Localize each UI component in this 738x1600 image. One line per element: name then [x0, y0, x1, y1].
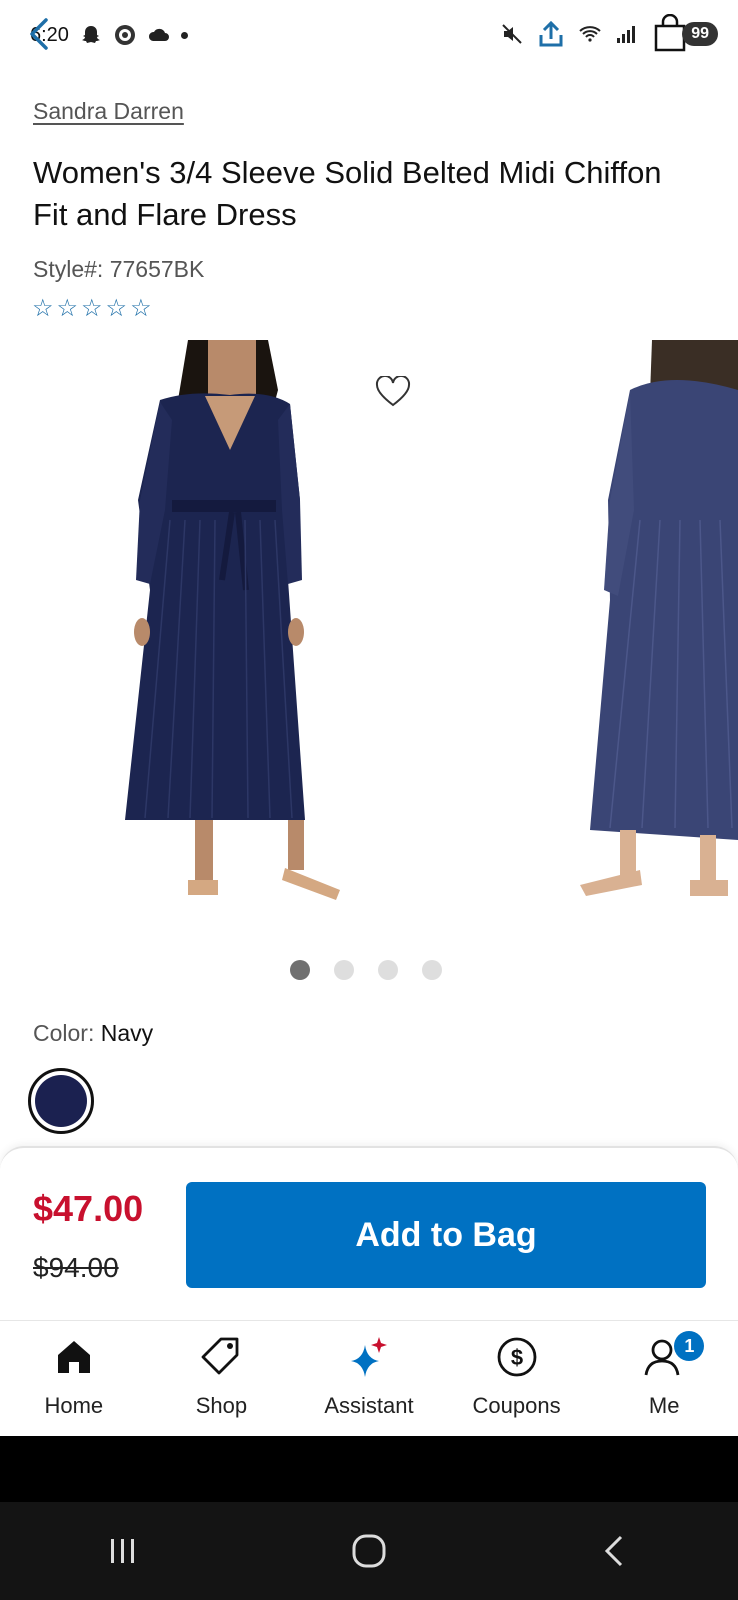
snapchat-icon: [81, 26, 100, 43]
tab-label: Home: [44, 1393, 104, 1418]
more-notifications-dot: [180, 31, 188, 39]
dollar-circle-icon: $: [497, 1337, 536, 1377]
system-navigation-bar: [0, 1502, 738, 1600]
color-label-prefix: Color:: [33, 1020, 95, 1046]
cloud-icon: [148, 28, 169, 41]
pagination-dot-1[interactable]: [290, 960, 310, 980]
add-to-bag-button[interactable]: Add to Bag: [186, 1182, 706, 1288]
tab-home[interactable]: Home: [0, 1321, 148, 1436]
original-price: $94.00: [33, 1252, 119, 1283]
status-bar: 6:20 99: [0, 0, 738, 70]
home-button-icon[interactable]: [347, 1529, 391, 1573]
signal-icon: [617, 26, 636, 43]
svg-text:$: $: [510, 1345, 522, 1370]
app-notification-icon: [114, 25, 135, 45]
share-upload-icon[interactable]: [536, 19, 566, 49]
tab-me[interactable]: 1 Me: [590, 1321, 738, 1436]
favorite-heart-icon[interactable]: [375, 376, 411, 408]
screen-divider: [0, 1436, 738, 1502]
color-label: Color: Navy: [33, 1020, 153, 1047]
carousel-pagination[interactable]: [290, 960, 442, 980]
mute-icon: [502, 24, 522, 44]
tab-label: Shop: [195, 1393, 248, 1418]
bottom-tab-bar: Home Shop Assistant $ Coupons 1 Me: [0, 1320, 738, 1436]
product-photo-front[interactable]: [0, 340, 560, 940]
tab-label: Assistant: [324, 1393, 414, 1418]
pagination-dot-3[interactable]: [378, 960, 398, 980]
rating-stars[interactable]: ☆ ☆ ☆ ☆ ☆: [32, 297, 152, 321]
style-number: Style#: 77657BK: [33, 256, 205, 282]
color-value: Navy: [100, 1020, 154, 1046]
star-icon: ☆: [105, 295, 128, 322]
tab-shop[interactable]: Shop: [148, 1321, 296, 1436]
brand-link[interactable]: Sandra Darren: [33, 98, 184, 125]
back-chevron-icon[interactable]: [22, 14, 58, 54]
recent-apps-icon[interactable]: [101, 1529, 145, 1573]
me-notification-badge: 1: [674, 1331, 705, 1361]
back-icon[interactable]: [593, 1529, 637, 1573]
star-icon: ☆: [56, 295, 79, 322]
pagination-dot-2[interactable]: [334, 960, 354, 980]
tab-coupons[interactable]: $ Coupons: [443, 1321, 591, 1436]
product-photo-back[interactable]: [560, 340, 738, 940]
bag-count-badge: 99: [682, 22, 718, 46]
star-icon: ☆: [32, 295, 54, 322]
sale-price: $47.00: [33, 1188, 144, 1229]
color-swatch-navy[interactable]: [28, 1068, 94, 1134]
swatch-fill: [35, 1075, 87, 1127]
tag-icon: [201, 1337, 239, 1375]
tab-label: Coupons: [472, 1393, 561, 1418]
product-image-carousel[interactable]: [0, 340, 738, 940]
pagination-dot-4[interactable]: [422, 960, 442, 980]
wifi-icon: [579, 26, 601, 42]
sparkle-icon: [350, 1337, 387, 1377]
star-icon: ☆: [130, 295, 152, 322]
product-title: Women's 3/4 Sleeve Solid Belted Midi Chi…: [33, 155, 662, 232]
tab-assistant[interactable]: Assistant: [295, 1321, 443, 1436]
tab-label: Me: [648, 1393, 680, 1418]
star-icon: ☆: [81, 295, 103, 322]
purchase-panel: $47.00 $94.00 Add to Bag: [0, 1146, 738, 1322]
home-icon: [57, 1341, 90, 1373]
